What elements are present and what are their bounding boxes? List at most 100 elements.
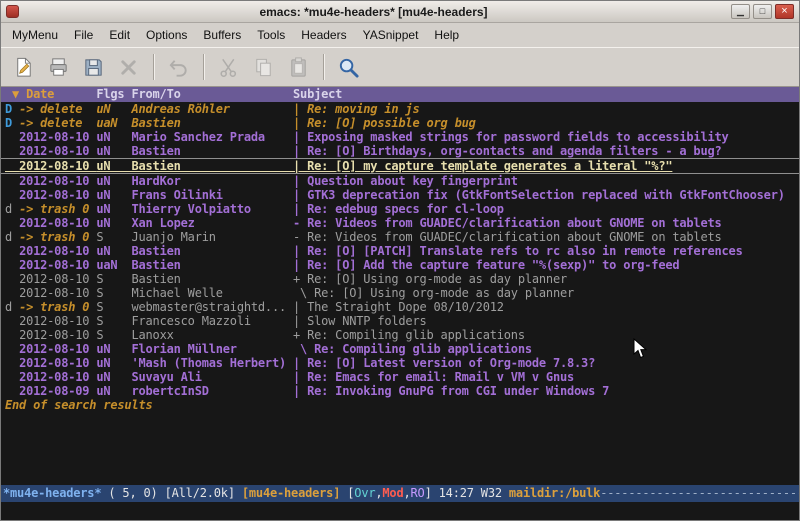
date-cell: -> delete [19, 116, 96, 130]
date-cell: 2012-08-10 [19, 258, 96, 272]
message-row[interactable]: d -> trash 0 S webmaster@straightd... | … [1, 300, 799, 314]
date-cell: 2012-08-10 [19, 216, 96, 230]
modeline-segment: ----------------------------------------… [600, 486, 799, 500]
mark-cell [5, 328, 19, 342]
message-row[interactable]: 2012-08-10 uN Frans Oilinki | GTK3 depre… [1, 188, 799, 202]
message-row[interactable]: 2012-08-10 uN Mario Sanchez Prada | Expo… [1, 130, 799, 144]
flags-from-subject-cell: S Bastien + Re: [O] Using org-mode as da… [96, 272, 567, 286]
date-cell: 2012-08-10 [19, 328, 96, 342]
close-icon[interactable] [112, 52, 145, 83]
message-row[interactable]: 2012-08-10 uN Suvayu Ali | Re: Emacs for… [1, 370, 799, 384]
message-row[interactable]: 2012-08-10 uN Bastien | Re: [O] [PATCH] … [1, 244, 799, 258]
message-row[interactable]: 2012-08-10 uaN Bastien | Re: [O] Add the… [1, 258, 799, 272]
mark-cell [5, 244, 19, 258]
modeline-segment: maildir:/bulk [509, 486, 600, 500]
message-row[interactable]: 2012-08-09 uN robertcInSD | Re: Invoking… [1, 384, 799, 398]
print-icon[interactable] [42, 52, 75, 83]
flags-from-subject-cell: uN Frans Oilinki | GTK3 deprecation fix … [96, 188, 784, 202]
flags-from-subject-cell: uaN Bastien | Re: [O] possible org bug [96, 116, 475, 130]
maximize-button[interactable]: □ [753, 4, 772, 19]
message-row[interactable]: d -> trash 0 uN Thierry Volpiatto | Re: … [1, 202, 799, 216]
modeline-segment: [All/2.0k] [165, 486, 235, 500]
mark-cell [5, 384, 19, 398]
flags-from-subject-cell: S Lanoxx + Re: Compiling glib applicatio… [96, 328, 525, 342]
menu-file[interactable]: File [66, 24, 101, 46]
date-cell: -> delete [19, 102, 96, 116]
flags-from-subject-cell: uN Thierry Volpiatto | Re: edebug specs … [96, 202, 503, 216]
mark-cell: d [5, 230, 19, 244]
header-columns: Flgs From/To Subject [96, 87, 342, 101]
mark-cell: D [5, 116, 19, 130]
message-row[interactable]: d -> trash 0 S Juanjo Marin - Re: Videos… [1, 230, 799, 244]
close-button[interactable]: × [775, 4, 794, 19]
date-cell: 2012-08-10 [19, 356, 96, 370]
undo-icon[interactable] [162, 52, 195, 83]
search-icon[interactable] [332, 52, 365, 83]
message-row[interactable]: 2012-08-10 uN Xan Lopez - Re: Videos fro… [1, 216, 799, 230]
flags-from-subject-cell: S Francesco Mazzoli | Slow NNTP folders [96, 314, 426, 328]
date-cell: 2012-08-10 [19, 244, 96, 258]
mark-cell [5, 370, 19, 384]
new-file-icon[interactable] [7, 52, 40, 83]
save-icon[interactable] [77, 52, 110, 83]
menu-buffers[interactable]: Buffers [195, 24, 249, 46]
menu-headers[interactable]: Headers [293, 24, 354, 46]
window-menu-icon[interactable] [6, 5, 19, 18]
message-row[interactable]: 2012-08-10 S Michael Welle \ Re: [O] Usi… [1, 286, 799, 300]
flags-from-subject-cell: uN Bastien | Re: [O] my capture template… [96, 159, 672, 173]
flags-from-subject-cell: S webmaster@straightd... | The Straight … [96, 300, 503, 314]
flags-from-subject-cell: S Michael Welle \ Re: [O] Using org-mode… [96, 286, 574, 300]
date-cell: 2012-08-10 [19, 286, 96, 300]
date-cell: 2012-08-10 [19, 174, 96, 188]
modeline-segment: 14:27 [439, 486, 474, 500]
date-cell: 2012-08-10 [19, 272, 96, 286]
mark-cell [5, 216, 19, 230]
paste-icon[interactable] [282, 52, 315, 83]
message-row[interactable]: 2012-08-10 uN Florian Müllner \ Re: Comp… [1, 342, 799, 356]
copy-icon[interactable] [247, 52, 280, 83]
date-cell: 2012-08-10 [19, 342, 96, 356]
menu-tools[interactable]: Tools [249, 24, 293, 46]
menu-yasnippet[interactable]: YASnippet [355, 24, 427, 46]
mark-cell [5, 174, 19, 188]
message-row[interactable]: D -> delete uaN Bastien | Re: [O] possib… [1, 116, 799, 130]
flags-from-subject-cell: uaN Bastien | Re: [O] Add the capture fe… [96, 258, 679, 272]
cut-icon[interactable] [212, 52, 245, 83]
mark-cell [5, 314, 19, 328]
message-row[interactable]: 2012-08-10 uN Bastien | Re: [O] Birthday… [1, 144, 799, 158]
minimize-button[interactable]: ▁ [731, 4, 750, 19]
flags-from-subject-cell: uN Andreas Röhler | Re: moving in js [96, 102, 419, 116]
message-row[interactable]: 2012-08-10 S Francesco Mazzoli | Slow NN… [1, 314, 799, 328]
message-row[interactable]: 2012-08-10 S Lanoxx + Re: Compiling glib… [1, 328, 799, 342]
menu-mymenu[interactable]: MyMenu [4, 24, 66, 46]
header-date-column: ▼ Date [5, 87, 96, 101]
mark-cell [5, 342, 19, 356]
menu-edit[interactable]: Edit [101, 24, 138, 46]
date-cell: 2012-08-10 [19, 188, 96, 202]
message-row[interactable]: 2012-08-10 uN HardKor | Question about k… [1, 174, 799, 188]
mark-cell: D [5, 102, 19, 116]
menu-options[interactable]: Options [138, 24, 195, 46]
message-row[interactable]: D -> delete uN Andreas Röhler | Re: movi… [1, 102, 799, 116]
modeline-segment: Mod [382, 486, 403, 500]
mark-cell [5, 188, 19, 202]
modeline-segment: W32 [474, 486, 509, 500]
mark-cell: d [5, 300, 19, 314]
modeline-segment: ] [425, 486, 439, 500]
message-list: D -> delete uN Andreas Röhler | Re: movi… [1, 102, 799, 398]
message-row[interactable]: 2012-08-10 S Bastien + Re: [O] Using org… [1, 272, 799, 286]
message-row[interactable]: 2012-08-10 uN Bastien | Re: [O] my captu… [1, 158, 799, 174]
flags-from-subject-cell: uN Florian Müllner \ Re: Compiling glib … [96, 342, 532, 356]
flags-from-subject-cell: uN Mario Sanchez Prada | Exposing masked… [96, 130, 728, 144]
flags-from-subject-cell: uN Xan Lopez - Re: Videos from GUADEC/cl… [96, 216, 721, 230]
modeline-segment [235, 486, 242, 500]
tool-bar [1, 47, 799, 87]
menu-help[interactable]: Help [426, 24, 467, 46]
header-line: ▼ Date Flgs From/To Subject [1, 87, 799, 102]
minibuffer[interactable] [1, 502, 799, 520]
message-row[interactable]: 2012-08-10 uN 'Mash (Thomas Herbert) | R… [1, 356, 799, 370]
flags-from-subject-cell: uN Bastien | Re: [O] Birthdays, org-cont… [96, 144, 721, 158]
modeline-segment: ( 5, 0) [101, 486, 164, 500]
flags-from-subject-cell: uN robertcInSD | Re: Invoking GnuPG from… [96, 384, 609, 398]
title-bar: emacs: *mu4e-headers* [mu4e-headers] ▁□× [1, 1, 799, 23]
